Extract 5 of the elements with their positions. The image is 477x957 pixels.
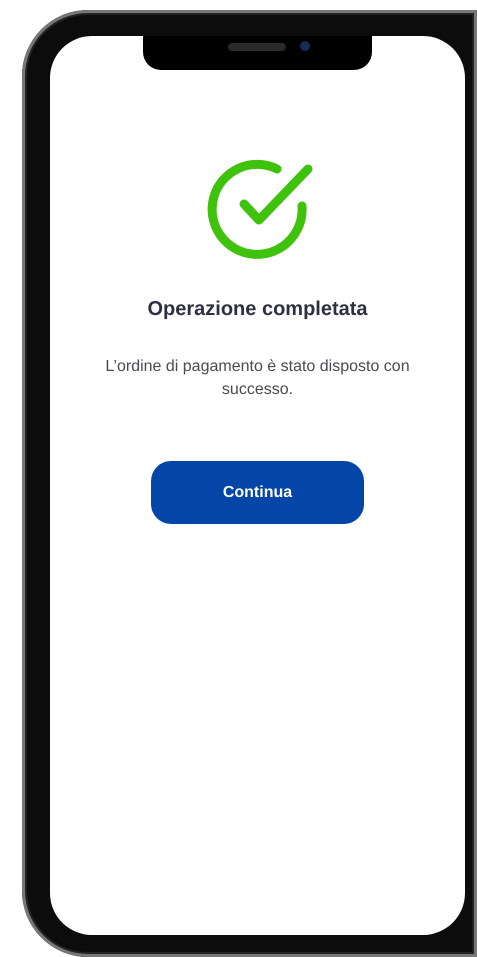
success-title: Operazione completata <box>147 298 368 321</box>
speaker-icon <box>228 43 286 51</box>
continue-button[interactable]: Continua <box>151 461 364 524</box>
success-message: L’ordine di pagamento è stato disposto con successo. <box>104 357 411 400</box>
camera-icon <box>300 41 310 51</box>
